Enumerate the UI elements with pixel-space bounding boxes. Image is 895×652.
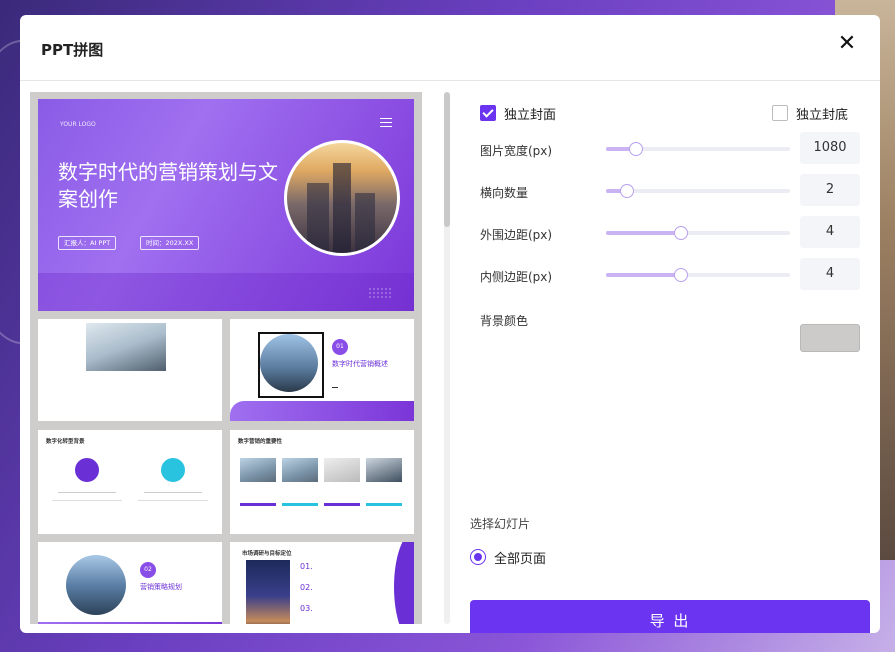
purple-arc <box>394 542 414 624</box>
color-bar <box>324 503 360 506</box>
dialog-title: PPT拼图 <box>41 41 104 59</box>
city-night-photo <box>246 560 290 624</box>
settings-panel: 独立封面 独立封底 图片宽度(px) 1080 横向数量 2 外围边距(px) … <box>470 92 870 633</box>
dialog-header: PPT拼图 ✕ <box>20 15 880 81</box>
cover-band <box>38 273 414 311</box>
city-photo <box>260 334 318 392</box>
scrollbar-thumb[interactable] <box>444 92 450 227</box>
slide-thumbnail-7: 市场调研与目标定位 01. 02. 03. <box>230 542 414 624</box>
independent-back-label: 独立封底 <box>796 108 849 123</box>
photo-2 <box>282 458 318 482</box>
image-width-slider[interactable] <box>606 142 790 156</box>
slider-thumb[interactable] <box>620 184 635 198</box>
slide-thumbnail-6: 02 营销策略规划 <box>38 542 222 624</box>
inner-margin-label: 内侧边距(px) <box>480 270 553 284</box>
text-line <box>138 500 208 501</box>
color-bar <box>240 503 276 506</box>
meeting-photo <box>86 323 166 371</box>
outer-margin-input[interactable]: 4 <box>800 216 860 248</box>
slide-title: 数字化转型背景 <box>46 439 85 445</box>
text-line <box>52 500 122 501</box>
text-line <box>144 492 202 493</box>
select-slides-label: 选择幻灯片 <box>470 517 531 531</box>
background-color-label: 背景颜色 <box>480 314 529 328</box>
independent-back-checkbox[interactable] <box>772 105 788 121</box>
item-number-3: 03. <box>300 604 313 613</box>
photo-4 <box>366 458 402 482</box>
slide-cover-thumbnail: YOUR LOGO 数字时代的营销策划与文案创作 汇报人：AI PPT 时间：2… <box>38 99 414 311</box>
photo-3 <box>324 458 360 482</box>
horizontal-count-input[interactable]: 2 <box>800 174 860 206</box>
slide-title: 市场调研与目标定位 <box>242 551 292 557</box>
cover-logo: YOUR LOGO <box>60 121 96 128</box>
independent-cover-label: 独立封面 <box>504 108 557 123</box>
menu-icon <box>380 118 392 130</box>
close-icon[interactable]: ✕ <box>832 29 862 59</box>
image-width-input[interactable]: 1080 <box>800 132 860 164</box>
collage-preview: YOUR LOGO 数字时代的营销策划与文案创作 汇报人：AI PPT 时间：2… <box>30 92 422 624</box>
export-button[interactable]: 导 出 <box>470 600 870 633</box>
divider <box>332 387 338 388</box>
section-title: 营销策略规划 <box>140 583 182 591</box>
dots-decoration <box>368 287 392 299</box>
slide-thumbnail-2 <box>38 319 222 421</box>
section-number: 02 <box>140 562 156 578</box>
slide-title: 数字营销的重要性 <box>238 439 283 445</box>
bottom-band <box>38 622 222 624</box>
background-color-swatch[interactable] <box>800 324 860 352</box>
chart-icon <box>161 458 185 482</box>
inner-margin-input[interactable]: 4 <box>800 258 860 290</box>
horizontal-count-slider[interactable] <box>606 184 790 198</box>
slider-thumb[interactable] <box>673 268 688 282</box>
bottom-band <box>230 401 414 421</box>
edit-icon <box>75 458 99 482</box>
inner-margin-slider[interactable] <box>606 268 790 282</box>
ppt-collage-dialog: PPT拼图 ✕ YOUR LOGO 数字时代的营销策划与文案创作 汇报人：AI … <box>20 15 880 633</box>
cover-reporter: 汇报人：AI PPT <box>58 236 117 250</box>
image-width-label: 图片宽度(px) <box>480 144 553 158</box>
slide-thumbnail-5: 数字营销的重要性 <box>230 430 414 534</box>
outer-margin-label: 外围边距(px) <box>480 228 553 242</box>
photo-1 <box>240 458 276 482</box>
horizontal-count-label: 横向数量 <box>480 186 529 200</box>
color-bar <box>282 503 318 506</box>
cover-city-photo <box>284 140 400 256</box>
preview-scrollbar[interactable] <box>444 92 450 624</box>
text-line <box>58 492 116 493</box>
outer-margin-slider[interactable] <box>606 226 790 240</box>
slider-thumb[interactable] <box>629 142 644 156</box>
item-number-1: 01. <box>300 562 313 571</box>
section-title: 数字时代营销概述 <box>332 360 388 368</box>
city-photo <box>66 555 126 615</box>
slide-thumbnail-3: 01 数字时代营销概述 <box>230 319 414 421</box>
color-bar <box>366 503 402 506</box>
cover-headline: 数字时代的营销策划与文案创作 <box>58 160 278 211</box>
slider-thumb[interactable] <box>673 226 688 240</box>
all-pages-label: 全部页面 <box>494 552 547 567</box>
item-number-2: 02. <box>300 583 313 592</box>
section-number: 01 <box>332 339 348 355</box>
all-pages-radio[interactable] <box>470 549 486 565</box>
slide-thumbnail-4: 数字化转型背景 <box>38 430 222 534</box>
independent-cover-checkbox[interactable] <box>480 105 496 121</box>
cover-time: 时间：202X.XX <box>140 236 200 250</box>
